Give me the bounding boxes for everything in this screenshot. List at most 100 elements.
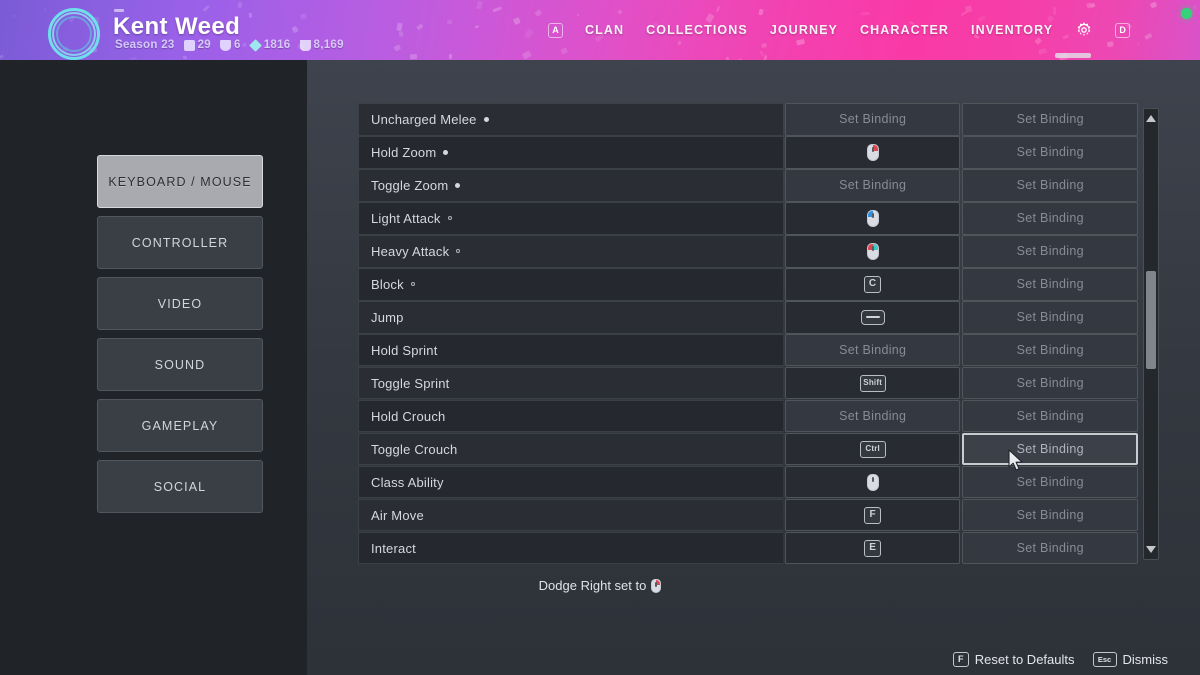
f-key-icon: F [864, 506, 882, 524]
sidebar-item-label: SOUND [154, 357, 206, 372]
binding-cell-secondary[interactable]: Set Binding [962, 465, 1139, 499]
status-message: Dodge Right set to [0, 578, 1200, 593]
binding-cell-primary[interactable]: Ctrl [784, 432, 961, 466]
binding-cell-secondary[interactable]: Set Binding [962, 168, 1139, 202]
nav-active-indicator [1055, 53, 1091, 58]
binding-cell-primary[interactable]: Set Binding [784, 103, 961, 136]
stat-value: 1816 [263, 39, 291, 51]
binding-cell-secondary[interactable]: Set Binding [962, 300, 1139, 334]
binding-cell-secondary[interactable]: Set Binding [962, 234, 1139, 268]
binding-action-cell: Class Ability [358, 465, 783, 499]
nav-prev-key[interactable]: A [548, 22, 563, 38]
binding-action-label: Toggle Zoom [371, 177, 449, 193]
binding-cell-secondary[interactable]: Set Binding [962, 366, 1139, 400]
nav-item-character[interactable]: CHARACTER [860, 23, 949, 37]
binding-label: Set Binding [839, 409, 907, 424]
binding-label: Set Binding [1016, 376, 1084, 391]
binding-label: Set Binding [1016, 244, 1084, 259]
binding-cell-primary[interactable]: E [784, 531, 961, 565]
nav-next-key[interactable]: D [1115, 22, 1131, 38]
binding-action-label: Hold Zoom [371, 144, 437, 160]
binding-action-label: Class Ability [371, 474, 444, 490]
sidebar-item-controller[interactable]: CONTROLLER [97, 216, 263, 269]
table-row: Block C Set Binding [358, 267, 1139, 301]
scrollbar-thumb[interactable] [1146, 271, 1156, 369]
mouse-left-button-icon [866, 209, 879, 227]
binding-action-cell: Block [358, 267, 783, 301]
binding-action-label: Hold Sprint [371, 342, 438, 358]
nav-item-journey[interactable]: JOURNEY [770, 23, 838, 37]
binding-cell-primary[interactable]: Shift [784, 366, 961, 400]
binding-cell-primary[interactable]: C [784, 267, 961, 301]
sidebar-item-video[interactable]: VIDEO [97, 277, 263, 330]
binding-cell-secondary[interactable]: Set Binding [962, 432, 1138, 466]
binding-marker-filled [443, 149, 449, 155]
binding-action-label: Hold Crouch [371, 408, 446, 424]
gear-icon [1077, 22, 1091, 36]
name-tick-decoration [114, 9, 124, 12]
binding-label: Set Binding [1016, 310, 1084, 325]
table-row: Air Move F Set Binding [358, 498, 1139, 532]
table-row: Interact E Set Binding [358, 531, 1139, 565]
scroll-up-arrow-icon[interactable] [1146, 115, 1156, 122]
sidebar-item-label: GAMEPLAY [141, 418, 219, 433]
binding-cell-secondary[interactable]: Set Binding [962, 498, 1139, 532]
nav-item-inventory[interactable]: INVENTORY [971, 23, 1053, 37]
binding-label: Set Binding [839, 178, 907, 193]
binding-action-cell: Hold Crouch [358, 399, 783, 433]
bindings-scrollbar[interactable] [1143, 108, 1159, 560]
nav-item-clan[interactable]: CLAN [585, 23, 624, 37]
table-row: Jump Set Binding [358, 300, 1139, 334]
binding-action-label: Uncharged Melee [371, 111, 477, 127]
sidebar-item-social[interactable]: SOCIAL [97, 460, 263, 513]
nav-item-collections[interactable]: COLLECTIONS [646, 23, 748, 37]
player-emblem-icon[interactable] [48, 8, 100, 60]
binding-cell-secondary[interactable]: Set Binding [962, 267, 1139, 301]
season-label: Season 23 [115, 39, 175, 51]
binding-label: Set Binding [1016, 211, 1084, 226]
sidebar-item-sound[interactable]: SOUND [97, 338, 263, 391]
binding-cell-secondary[interactable]: Set Binding [962, 333, 1139, 367]
shift-key-icon: Shift [859, 374, 886, 392]
binding-cell-primary[interactable]: Set Binding [784, 168, 961, 202]
stat-shard: 1816 [250, 39, 291, 51]
binding-action-cell: Air Move [358, 498, 783, 532]
sidebar-item-label: CONTROLLER [131, 235, 229, 250]
binding-action-cell: Light Attack [358, 201, 783, 235]
binding-cell-primary[interactable] [784, 300, 961, 334]
binding-cell-primary[interactable] [784, 465, 961, 499]
mouse-both-buttons-icon [866, 242, 879, 260]
table-row: Light Attack Set Binding [358, 201, 1139, 235]
binding-marker-filled [455, 182, 461, 188]
binding-action-label: Toggle Sprint [371, 375, 450, 391]
mouse-middle-button-icon [866, 473, 879, 491]
settings-button[interactable] [1075, 21, 1093, 39]
dismiss-action[interactable]: Esc Dismiss [1092, 652, 1168, 667]
binding-cell-primary[interactable] [784, 201, 961, 235]
binding-cell-primary[interactable]: Set Binding [784, 399, 961, 433]
binding-label: Set Binding [839, 112, 907, 127]
binding-cell-secondary[interactable]: Set Binding [962, 135, 1139, 169]
binding-action-cell: Interact [358, 531, 783, 565]
sidebar-item-gameplay[interactable]: GAMEPLAY [97, 399, 263, 452]
trophy-cup-icon [220, 39, 231, 51]
binding-cell-primary[interactable] [784, 135, 961, 169]
binding-cell-secondary[interactable]: Set Binding [962, 531, 1139, 565]
binding-cell-primary[interactable]: Set Binding [784, 333, 961, 367]
binding-cell-secondary[interactable]: Set Binding [962, 399, 1139, 433]
keybindings-table: Uncharged Melee Set Binding Set Binding … [358, 103, 1139, 565]
status-text: Dodge Right set to [538, 578, 647, 593]
binding-action-cell: Heavy Attack [358, 234, 783, 268]
binding-label: Set Binding [1016, 178, 1084, 193]
stat-value: 29 [197, 39, 211, 51]
binding-cell-secondary[interactable]: Set Binding [962, 201, 1139, 235]
binding-cell-secondary[interactable]: Set Binding [962, 103, 1139, 136]
binding-action-cell: Toggle Sprint [358, 366, 783, 400]
binding-cell-primary[interactable] [784, 234, 961, 268]
reset-to-defaults-action[interactable]: F Reset to Defaults [952, 652, 1075, 667]
scroll-down-arrow-icon[interactable] [1146, 546, 1156, 553]
space-key-icon [860, 309, 885, 325]
binding-action-cell: Toggle Crouch [358, 432, 783, 466]
sidebar-item-keyboard-mouse[interactable]: KEYBOARD / MOUSE [97, 155, 263, 208]
binding-cell-primary[interactable]: F [784, 498, 961, 532]
